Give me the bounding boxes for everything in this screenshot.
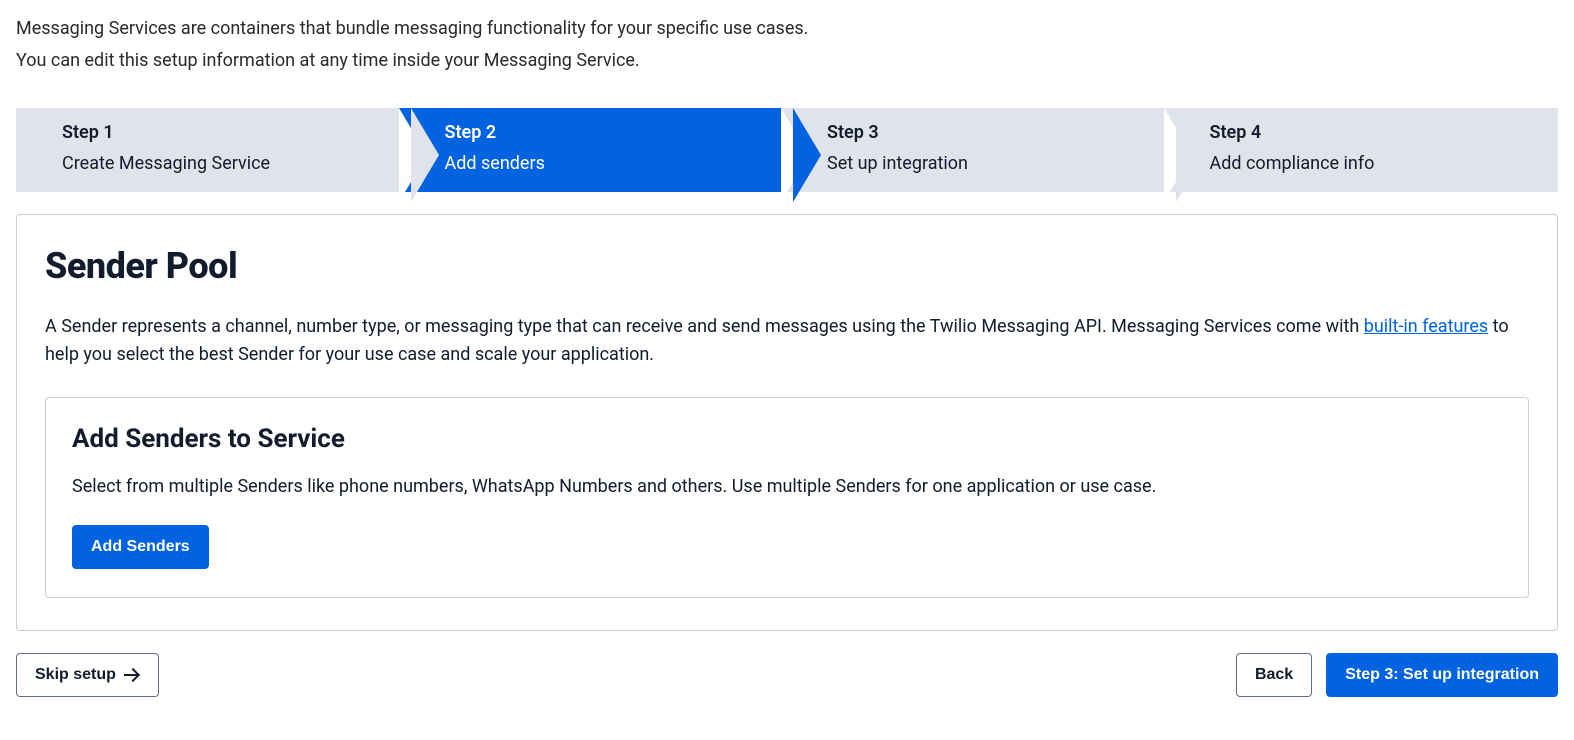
- step-title: Step 3: [827, 122, 1152, 143]
- page-heading: Sender Pool: [45, 245, 1529, 287]
- step-subtitle: Add compliance info: [1210, 153, 1535, 174]
- desc-pre: A Sender represents a channel, number ty…: [45, 316, 1364, 337]
- step-subtitle: Add senders: [445, 153, 770, 174]
- step-4[interactable]: Step 4 Add compliance info: [1164, 108, 1559, 192]
- back-label: Back: [1255, 666, 1293, 684]
- stepper: Step 1 Create Messaging Service Step 2 A…: [16, 108, 1558, 192]
- subcard-description: Select from multiple Senders like phone …: [72, 476, 1502, 497]
- arrow-right-icon: [124, 669, 140, 681]
- next-step-button[interactable]: Step 3: Set up integration: [1326, 653, 1558, 697]
- next-step-label: Step 3: Set up integration: [1345, 666, 1539, 684]
- step-title: Step 2: [445, 122, 770, 143]
- sender-pool-card: Sender Pool A Sender represents a channe…: [16, 214, 1558, 631]
- step-subtitle: Set up integration: [827, 153, 1152, 174]
- step-1[interactable]: Step 1 Create Messaging Service: [16, 108, 411, 192]
- intro-text: Messaging Services are containers that b…: [16, 16, 1558, 74]
- skip-setup-label: Skip setup: [35, 666, 116, 684]
- step-2[interactable]: Step 2 Add senders: [399, 108, 794, 192]
- step-3[interactable]: Step 3 Set up integration: [781, 108, 1176, 192]
- add-senders-button[interactable]: Add Senders: [72, 525, 209, 569]
- step-title: Step 1: [62, 122, 387, 143]
- add-senders-button-label: Add Senders: [91, 538, 190, 556]
- intro-line-2: You can edit this setup information at a…: [16, 48, 1558, 74]
- step-title: Step 4: [1210, 122, 1535, 143]
- page-description: A Sender represents a channel, number ty…: [45, 313, 1529, 369]
- add-senders-panel: Add Senders to Service Select from multi…: [45, 397, 1529, 598]
- subcard-heading: Add Senders to Service: [72, 424, 1502, 454]
- footer-actions: Skip setup Back Step 3: Set up integrati…: [16, 653, 1558, 697]
- intro-line-1: Messaging Services are containers that b…: [16, 16, 1558, 42]
- skip-setup-button[interactable]: Skip setup: [16, 653, 159, 697]
- step-subtitle: Create Messaging Service: [62, 153, 387, 174]
- back-button[interactable]: Back: [1236, 653, 1312, 697]
- built-in-features-link[interactable]: built-in features: [1364, 316, 1488, 337]
